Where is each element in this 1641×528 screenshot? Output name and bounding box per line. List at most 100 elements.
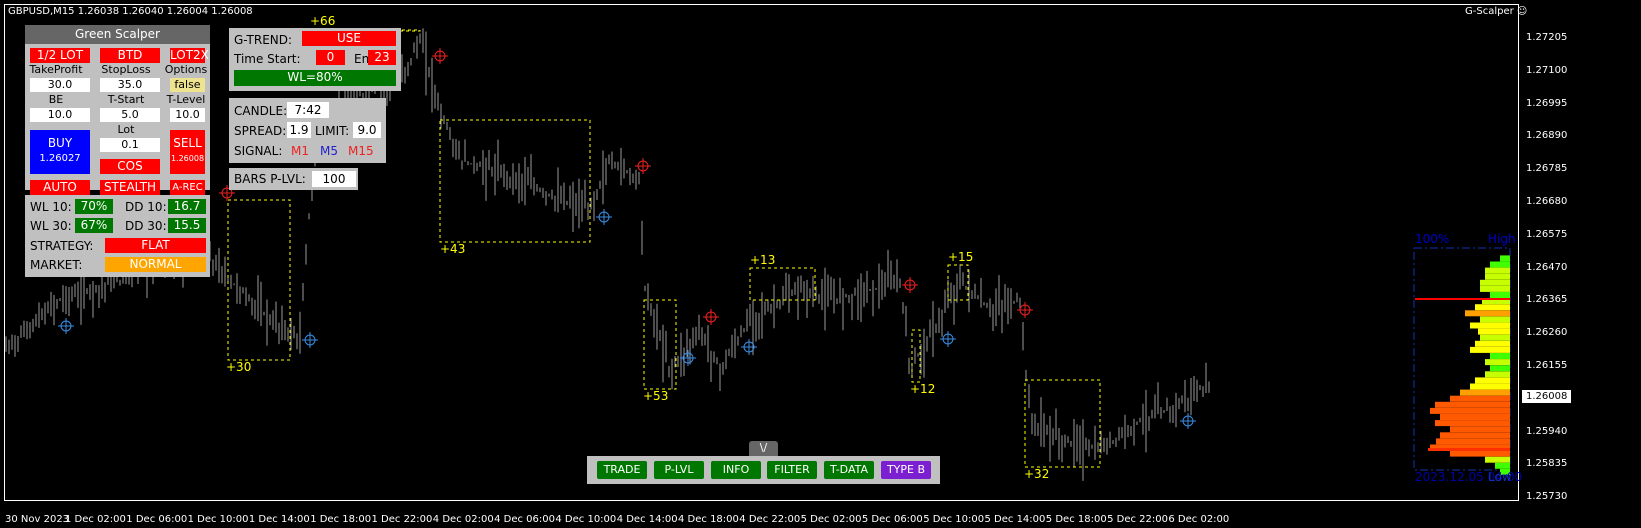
filter-button[interactable]: FILTER <box>767 461 817 479</box>
cos-button[interactable]: COS <box>100 159 160 174</box>
trade-annotation: +53 <box>643 389 669 403</box>
g-trend-button[interactable]: USE <box>302 31 396 46</box>
time-start-input[interactable]: 0 <box>316 50 345 65</box>
collapse-toggle[interactable]: \/ <box>749 441 778 456</box>
bars-plvl-panel: BARS P-LVL: 100 <box>229 168 358 190</box>
time-tick: 5 Dec 14:00 <box>984 514 1046 525</box>
wl30-label: WL 30: <box>30 219 72 233</box>
takeprofit-label: TakeProfit <box>29 63 83 76</box>
candle-label: CANDLE: <box>234 104 288 118</box>
price-tick: 1.26470 <box>1526 261 1568 273</box>
sell-button[interactable]: SELL 1.26008 <box>170 130 205 174</box>
time-tick: 4 Dec 02:00 <box>432 514 494 525</box>
g-trend-label: G-TREND: <box>234 33 293 47</box>
time-tick: 4 Dec 22:00 <box>739 514 801 525</box>
auto-button[interactable]: AUTO <box>30 180 90 195</box>
candle-value: 7:42 <box>287 102 329 118</box>
time-start-label: Time Start: <box>234 52 301 66</box>
bars-plvl-input[interactable]: 100 <box>312 171 356 187</box>
buy-label: BUY <box>47 136 73 150</box>
time-tick: 1 Dec 18:00 <box>310 514 372 525</box>
signal-label: SIGNAL: <box>234 144 283 158</box>
wl10-value: 70% <box>75 199 113 214</box>
options-label: Options <box>164 63 208 76</box>
market-value: NORMAL <box>105 257 206 272</box>
dd10-label: DD 10: <box>125 200 167 214</box>
tstart-input[interactable]: 5.0 <box>100 108 160 122</box>
trade-annotation: +66 <box>310 14 336 28</box>
lot2x-button[interactable]: LOT2X <box>170 48 209 63</box>
btd-button[interactable]: BTD <box>100 48 160 63</box>
buy-price: 1.26027 <box>39 153 81 164</box>
limit-value: 9.0 <box>353 122 381 138</box>
takeprofit-input[interactable]: 30.0 <box>30 78 90 92</box>
plvl-button[interactable]: P-LVL <box>654 461 704 479</box>
time-tick: 1 Dec 10:00 <box>187 514 249 525</box>
stealth-button[interactable]: STEALTH <box>100 180 160 195</box>
typeb-button[interactable]: TYPE B <box>881 461 931 479</box>
limit-label: LIMIT: <box>315 124 350 138</box>
info-panel: CANDLE: 7:42 SPREAD: 1.9 LIMIT: 9.0 SIGN… <box>229 98 386 163</box>
tlevel-input[interactable]: 10.0 <box>170 108 205 122</box>
time-tick: 30 Nov 2023 <box>5 514 70 525</box>
price-tick: 1.25835 <box>1526 458 1568 470</box>
time-tick: 5 Dec 22:00 <box>1107 514 1168 525</box>
time-tick: 5 Dec 18:00 <box>1045 514 1107 525</box>
buy-button[interactable]: BUY 1.26027 <box>30 130 90 174</box>
wl30-value: 67% <box>75 218 113 233</box>
time-tick: 4 Dec 14:00 <box>616 514 678 525</box>
spread-value: 1.9 <box>287 122 311 138</box>
bars-plvl-label: BARS P-LVL: <box>234 172 306 186</box>
strategy-value[interactable]: FLAT <box>105 238 206 253</box>
dd10-value: 16.7 <box>168 199 206 214</box>
time-tick: 4 Dec 18:00 <box>678 514 739 525</box>
end-input[interactable]: 23 <box>368 50 396 65</box>
tstart-label: T-Start <box>107 93 145 106</box>
lot-label: Lot <box>117 123 135 136</box>
price-tick: 1.26785 <box>1526 163 1568 175</box>
be-input[interactable]: 10.0 <box>30 108 90 122</box>
time-tick: 1 Dec 06:00 <box>126 514 188 525</box>
price-tick: 1.26365 <box>1526 294 1568 306</box>
signal-m15: M15 <box>348 144 374 158</box>
dd30-label: DD 30: <box>125 219 167 233</box>
brand-label: G-Scalper ☺ <box>1465 6 1528 17</box>
time-tick: 1 Dec 22:00 <box>371 514 433 525</box>
profile-percent: 100% <box>1415 232 1450 246</box>
trade-annotation: +32 <box>1024 467 1050 481</box>
profile-low: Low <box>1488 470 1512 484</box>
price-tick: 1.26260 <box>1526 327 1568 339</box>
green-scalper-panel: Green Scalper 1/2 LOT BTD LOT2X TakeProf… <box>25 25 210 195</box>
trade-annotation: +12 <box>910 382 936 396</box>
price-tick: 1.27100 <box>1526 64 1568 76</box>
stoploss-input[interactable]: 35.0 <box>100 78 160 92</box>
info-button[interactable]: INFO <box>711 461 761 479</box>
price-tick: 1.26890 <box>1526 130 1568 142</box>
dd30-value: 15.5 <box>168 218 206 233</box>
time-tick: 4 Dec 06:00 <box>494 514 555 525</box>
profile-high: High <box>1488 232 1516 246</box>
lot-input[interactable]: 0.1 <box>100 138 160 152</box>
trade-button[interactable]: TRADE <box>597 461 647 479</box>
half-lot-button[interactable]: 1/2 LOT <box>30 48 90 63</box>
options-input[interactable]: false <box>170 78 205 92</box>
time-tick: 5 Dec 10:00 <box>923 514 985 525</box>
price-tick: 1.26680 <box>1526 196 1568 207</box>
strategy-label: STRATEGY: <box>30 239 94 253</box>
price-tick: 1.25940 <box>1526 425 1568 437</box>
tlevel-label: T-Level <box>166 93 206 106</box>
g-trend-panel: G-TREND: USE Time Start: 0 End: 23 WL=80… <box>229 28 401 91</box>
spread-label: SPREAD: <box>234 124 287 138</box>
current-price-label: 1.26008 <box>1522 390 1572 403</box>
time-tick: 5 Dec 02:00 <box>800 514 862 525</box>
tdata-button[interactable]: T-DATA <box>824 461 874 479</box>
sell-label: SELL <box>173 136 202 150</box>
time-tick: 5 Dec 06:00 <box>861 514 923 525</box>
time-tick: 6 Dec 02:00 <box>1168 514 1230 525</box>
wl-80-indicator: WL=80% <box>234 70 396 86</box>
arec-button[interactable]: A-REC <box>170 180 205 195</box>
chart-title: GBPUSD,M15 1.26038 1.26040 1.26004 1.260… <box>8 6 253 17</box>
sell-price: 1.26008 <box>170 154 205 163</box>
trade-annotation: +43 <box>440 242 466 256</box>
trade-annotation: +13 <box>750 253 776 267</box>
